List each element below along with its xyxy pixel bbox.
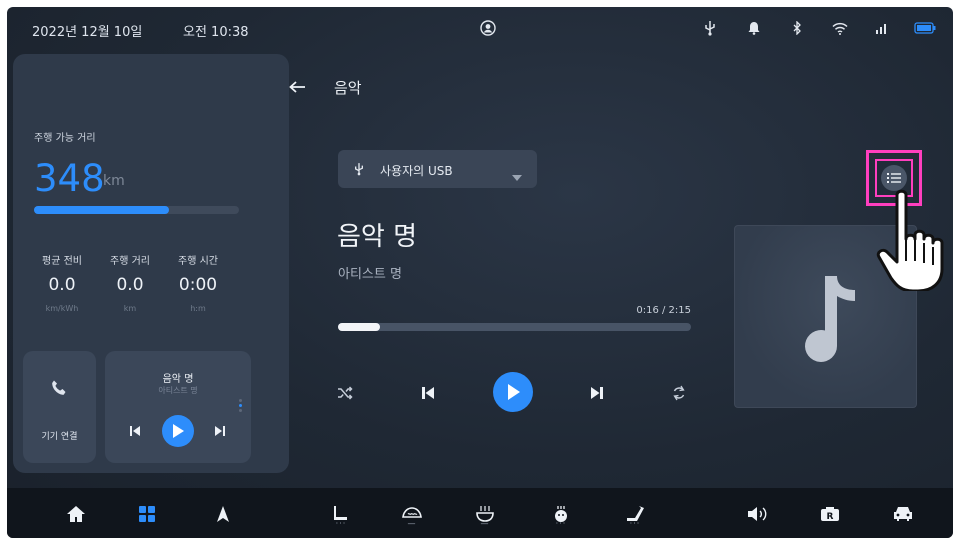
camera-icon[interactable]: R	[814, 498, 846, 530]
stat-label-efficiency: 평균 전비	[42, 256, 82, 267]
artist-name: 아티스트 명	[338, 267, 402, 282]
seat-icon[interactable]: ···	[325, 498, 357, 530]
wifi-icon	[832, 19, 848, 37]
pointing-hand-icon	[873, 187, 949, 295]
usb-icon	[704, 19, 716, 37]
bluetooth-icon	[792, 19, 802, 37]
playback-time: 0:16 / 2:15	[636, 305, 691, 316]
status-date: 2022년 12월 10일	[32, 25, 143, 40]
bottom-dock: ··· — — ··· ··· R	[7, 488, 953, 538]
apps-icon[interactable]	[131, 498, 163, 530]
play-button[interactable]	[493, 372, 533, 412]
mini-previous-icon[interactable]	[127, 423, 143, 439]
stat-label-time: 주행 시간	[178, 256, 218, 267]
svg-text:R: R	[827, 512, 834, 522]
home-icon[interactable]	[60, 498, 92, 530]
defrost-rear-icon[interactable]: —	[469, 498, 501, 530]
list-icon	[887, 173, 901, 183]
volume-icon[interactable]	[742, 498, 774, 530]
signal-icon	[875, 19, 889, 37]
back-arrow-icon[interactable]	[287, 77, 307, 97]
car-icon[interactable]	[887, 498, 919, 530]
range-label: 주행 가능 거리	[34, 133, 96, 144]
stat-value-efficiency: 0.0	[48, 275, 76, 295]
mini-artist: 아티스트 명	[158, 386, 198, 395]
phone-card-label: 기기 연결	[41, 432, 78, 442]
range-value: 348	[34, 157, 105, 200]
range-unit: km	[103, 173, 125, 189]
stat-unit-time: h:m	[190, 304, 206, 313]
status-bar: 2022년 12월 10일 오전 10:38	[7, 7, 953, 49]
user-icon[interactable]	[480, 19, 496, 37]
music-note-icon	[793, 272, 863, 368]
chevron-down-icon	[512, 166, 522, 185]
stat-unit-efficiency: km/kWh	[45, 304, 79, 313]
source-dropdown[interactable]: 사용자의 USB	[338, 150, 537, 188]
shuffle-icon[interactable]	[333, 381, 357, 405]
screen: 2022년 12월 10일 오전 10:38 주행 가능 거리 348 km 평…	[7, 7, 953, 538]
phone-icon	[50, 379, 68, 401]
repeat-icon[interactable]	[667, 381, 691, 405]
status-time: 오전 10:38	[183, 25, 249, 40]
progress-bar-fill	[338, 323, 381, 331]
seat-recline-icon[interactable]: ···	[619, 498, 651, 530]
previous-icon[interactable]	[416, 381, 440, 405]
source-label: 사용자의 USB	[380, 164, 453, 178]
song-title: 음악 명	[337, 222, 418, 252]
stat-label-distance: 주행 거리	[110, 256, 150, 267]
pager-dots	[239, 399, 242, 413]
mini-song-title: 음악 명	[162, 374, 194, 385]
mini-play-button[interactable]	[162, 415, 194, 447]
range-bar	[34, 206, 239, 214]
bell-icon	[748, 19, 760, 37]
progress-bar[interactable]	[338, 323, 691, 331]
navigation-icon[interactable]	[207, 498, 239, 530]
stat-value-time: 0:00	[178, 275, 218, 295]
range-bar-fill	[34, 206, 170, 214]
phone-connect-card[interactable]: 기기 연결	[23, 351, 96, 463]
stat-unit-distance: km	[123, 304, 137, 313]
stat-value-distance: 0.0	[116, 275, 144, 295]
page-title: 음악	[334, 79, 362, 97]
next-icon[interactable]	[585, 381, 609, 405]
mini-next-icon[interactable]	[212, 423, 228, 439]
seat-heater-icon[interactable]: ···	[545, 498, 577, 530]
usb-icon	[354, 161, 364, 180]
defrost-front-icon[interactable]: —	[396, 498, 428, 530]
battery-icon	[914, 19, 936, 37]
